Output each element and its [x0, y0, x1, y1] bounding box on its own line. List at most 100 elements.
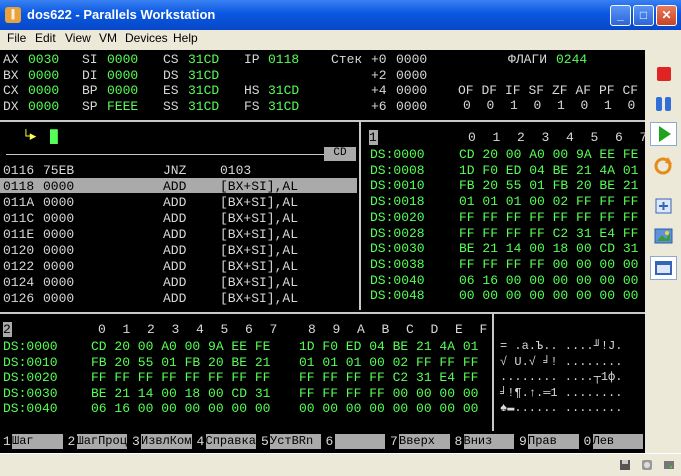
disasm-bytes[interactable]: 75EB	[43, 163, 74, 178]
disasm-address[interactable]: 011E	[3, 227, 34, 242]
dump1-bytes[interactable]: 06 16 00 00 00 00 00 00	[459, 273, 638, 288]
harddisk-icon[interactable]	[663, 459, 675, 471]
floppy-icon[interactable]	[619, 459, 631, 471]
dump1-bytes[interactable]: CD 20 00 A0 00 9A EE FE	[459, 147, 638, 162]
disasm-address[interactable]: 0118	[3, 179, 34, 194]
dump2-ascii[interactable]: ♠▬...... ........	[500, 401, 622, 416]
disasm-bytes[interactable]: 0000	[43, 195, 74, 210]
dump2-address[interactable]: DS:0020	[3, 370, 58, 385]
close-button[interactable]: ✕	[656, 5, 677, 26]
dump2-bytes-high[interactable]: FF FF FF FF 00 00 00 00	[299, 386, 478, 401]
disasm-operands[interactable]: [BX+SI],AL	[220, 211, 298, 226]
fkey-label[interactable]: УстBRn	[270, 434, 321, 449]
pause-button[interactable]	[650, 92, 677, 116]
disasm-operands[interactable]: [BX+SI],AL	[220, 243, 298, 258]
disasm-bytes[interactable]: 0000	[43, 275, 74, 290]
dump1-address[interactable]: DS:0008	[370, 163, 425, 178]
dump1-bytes[interactable]: 01 01 01 00 02 FF FF FF	[459, 194, 638, 209]
dump1-address[interactable]: DS:0000	[370, 147, 425, 162]
disasm-address[interactable]: 0126	[3, 291, 34, 306]
dump2-ascii[interactable]: √ U.√ ╛! ........	[500, 355, 622, 370]
disasm-bytes[interactable]: 0000	[43, 211, 74, 226]
dump2-bytes-high[interactable]: 01 01 01 00 02 FF FF FF	[299, 355, 478, 370]
menu-help[interactable]: Help	[173, 31, 198, 45]
disasm-bytes[interactable]: 0000	[43, 179, 74, 194]
dump2-address[interactable]: DS:0010	[3, 355, 58, 370]
disasm-address[interactable]: 011C	[3, 211, 34, 226]
dump1-bytes[interactable]: FF FF FF FF 00 00 00 00	[459, 257, 638, 272]
disasm-mnemonic[interactable]: ADD	[163, 227, 186, 242]
dump1-address[interactable]: DS:0018	[370, 194, 425, 209]
dump1-bytes[interactable]: FB 20 55 01 FB 20 BE 21	[459, 178, 638, 193]
disasm-address[interactable]: 0120	[3, 243, 34, 258]
vm-screen[interactable]: AX 0030 SI 0000 CS 31CD IP 0118 BX 0000 DI 0000 DS 31…	[0, 50, 645, 453]
fkey-label[interactable]: Прав	[528, 434, 579, 449]
disasm-bytes[interactable]: 0000	[43, 259, 74, 274]
dump1-address[interactable]: DS:0048	[370, 288, 425, 303]
disasm-bytes[interactable]: 0000	[43, 243, 74, 258]
dump2-ascii[interactable]: ........ ....┬1ф.	[500, 370, 622, 385]
dump2-bytes-low[interactable]: FB 20 55 01 FB 20 BE 21	[91, 355, 270, 370]
menu-devices[interactable]: Devices	[125, 31, 168, 45]
disasm-mnemonic[interactable]: ADD	[163, 243, 186, 258]
disasm-mnemonic[interactable]: ADD	[163, 275, 186, 290]
dump1-bytes[interactable]: FF FF FF FF FF FF FF FF	[459, 210, 638, 225]
dump1-address[interactable]: DS:0020	[370, 210, 425, 225]
disasm-operands[interactable]: [BX+SI],AL	[220, 291, 298, 306]
disasm-operands[interactable]: 0103	[220, 163, 251, 178]
dump2-bytes-high[interactable]: FF FF FF FF C2 31 E4 FF	[299, 370, 478, 385]
fkey-label[interactable]: Вверх	[399, 434, 450, 449]
maximize-button[interactable]: □	[633, 5, 654, 26]
menu-vm[interactable]: VM	[99, 31, 117, 45]
dump2-bytes-high[interactable]: 00 00 00 00 00 00 00 00	[299, 401, 478, 416]
dump1-address[interactable]: DS:0038	[370, 257, 425, 272]
dump2-bytes-low[interactable]: FF FF FF FF FF FF FF FF	[91, 370, 270, 385]
disasm-mnemonic[interactable]: ADD	[163, 291, 186, 306]
disasm-address[interactable]: 0116	[3, 163, 34, 178]
dump2-address[interactable]: DS:0000	[3, 339, 58, 354]
disasm-bytes[interactable]: 0000	[43, 227, 74, 242]
fullscreen-button[interactable]	[650, 194, 677, 218]
fkey-label[interactable]: Вниз	[463, 434, 514, 449]
window-mode-button[interactable]	[650, 256, 677, 280]
dump2-address[interactable]: DS:0040	[3, 401, 58, 416]
disasm-mnemonic[interactable]: ADD	[163, 195, 186, 210]
dump2-address[interactable]: DS:0030	[3, 386, 58, 401]
play-button[interactable]	[650, 122, 677, 146]
disasm-mnemonic[interactable]: JNZ	[163, 163, 186, 178]
disasm-mnemonic[interactable]: ADD	[163, 259, 186, 274]
disasm-operands[interactable]: [BX+SI],AL	[220, 275, 298, 290]
menu-file[interactable]: File	[7, 31, 26, 45]
disasm-address[interactable]: 0122	[3, 259, 34, 274]
dump1-address[interactable]: DS:0010	[370, 178, 425, 193]
minimize-button[interactable]: _	[610, 5, 631, 26]
disasm-operands[interactable]: [BX+SI],AL	[220, 179, 298, 194]
disasm-operands[interactable]: [BX+SI],AL	[220, 227, 298, 242]
disasm-address[interactable]: 0124	[3, 275, 34, 290]
screenshot-button[interactable]	[650, 224, 677, 248]
fkey-label[interactable]: ШагПроц	[76, 434, 127, 449]
disasm-address[interactable]: 011A	[3, 195, 34, 210]
dump1-bytes[interactable]: 00 00 00 00 00 00 00 00	[459, 288, 638, 303]
title-bar[interactable]: ∥ dos622 - Parallels Workstation _ □ ✕	[0, 0, 681, 30]
disasm-mnemonic[interactable]: ADD	[163, 179, 186, 194]
dump2-bytes-low[interactable]: BE 21 14 00 18 00 CD 31	[91, 386, 270, 401]
dump1-address[interactable]: DS:0040	[370, 273, 425, 288]
dump2-bytes-high[interactable]: 1D F0 ED 04 BE 21 4A 01	[299, 339, 478, 354]
fkey-label[interactable]: ИзвлКом	[141, 434, 192, 449]
dump1-address[interactable]: DS:0030	[370, 241, 425, 256]
dump1-bytes[interactable]: 1D F0 ED 04 BE 21 4A 01	[459, 163, 638, 178]
fkey-label[interactable]: Справка	[205, 434, 256, 449]
dump2-ascii[interactable]: ╛!¶.↑.═1 ........	[500, 386, 622, 401]
reset-button[interactable]	[650, 154, 677, 178]
dump2-ascii[interactable]: = .а.Ъ.. ....╜!J.	[500, 339, 622, 354]
cdrom-icon[interactable]	[641, 459, 653, 471]
disasm-mnemonic[interactable]: ADD	[163, 211, 186, 226]
fkey-label[interactable]: Шаг	[12, 434, 63, 449]
fkey-label[interactable]: Лев	[592, 434, 643, 449]
disasm-operands[interactable]: [BX+SI],AL	[220, 259, 298, 274]
dump1-address[interactable]: DS:0028	[370, 226, 425, 241]
fkey-label[interactable]	[334, 434, 385, 449]
dump2-bytes-low[interactable]: CD 20 00 A0 00 9A EE FE	[91, 339, 270, 354]
dump2-bytes-low[interactable]: 06 16 00 00 00 00 00 00	[91, 401, 270, 416]
